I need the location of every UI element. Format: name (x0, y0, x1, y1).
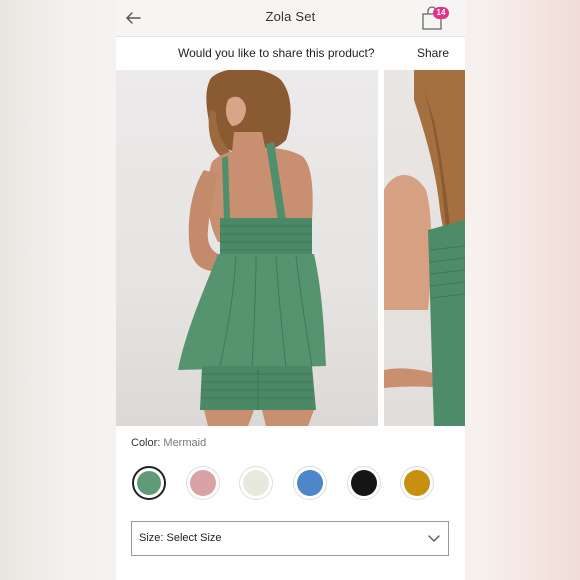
swatch-dot (351, 470, 377, 496)
chevron-down-icon (428, 535, 440, 542)
product-image-gallery[interactable] (116, 70, 465, 426)
top-navigation-bar: Zola Set 14 (116, 0, 465, 37)
selected-color-name: Mermaid (163, 437, 207, 449)
color-swatch-list (131, 466, 451, 502)
swatch-dot (137, 471, 161, 495)
swatch-ivory[interactable] (239, 466, 273, 500)
size-dropdown-label: Size: Select Size (139, 532, 222, 544)
cart-count-badge: 14 (433, 7, 449, 19)
swatch-blue[interactable] (293, 466, 327, 500)
size-dropdown[interactable]: Size: Select Size (131, 521, 449, 556)
swatch-mermaid[interactable] (132, 466, 166, 500)
model-side-view-illustration (384, 70, 465, 426)
swatch-mustard[interactable] (400, 466, 434, 500)
color-label: Color: (131, 437, 161, 449)
swatch-pink[interactable] (186, 466, 220, 500)
color-selection-label: Color: Mermaid (131, 437, 206, 449)
swatch-dot (404, 470, 430, 496)
swatch-dot (243, 470, 269, 496)
model-back-view-illustration (178, 70, 326, 426)
phone-screen: Zola Set 14 Would you like to share this… (116, 0, 465, 580)
product-photo-next[interactable] (384, 70, 465, 426)
share-prompt-text: Would you like to share this product? (178, 46, 375, 60)
page-title: Zola Set (265, 9, 316, 24)
share-banner: Would you like to share this product? Sh… (116, 37, 465, 70)
swatch-dot (297, 470, 323, 496)
swatch-dot (190, 470, 216, 496)
product-photo-main[interactable] (116, 70, 378, 426)
share-button[interactable]: Share (417, 46, 449, 60)
swatch-black[interactable] (347, 466, 381, 500)
